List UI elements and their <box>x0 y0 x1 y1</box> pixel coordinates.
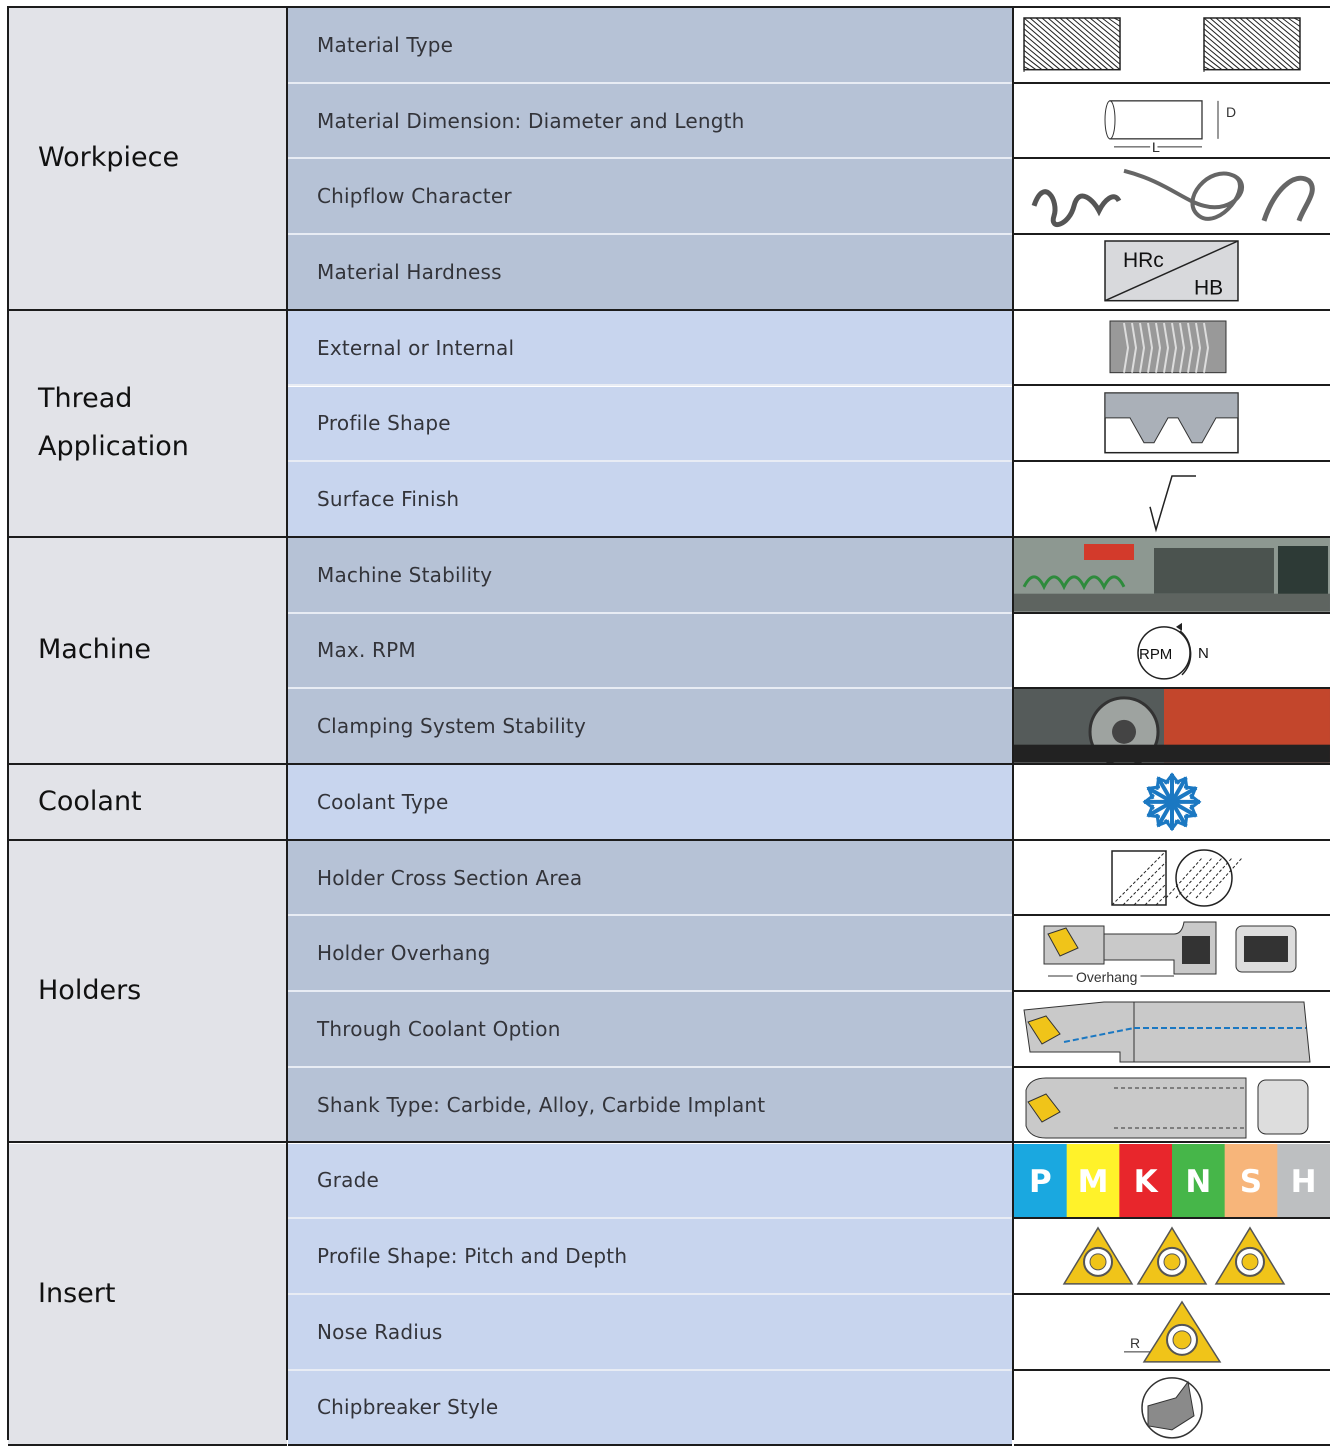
parameter-label: Shank Type: Carbide, Alloy, Carbide Impl… <box>317 1093 765 1117</box>
category-label: Thread Application <box>38 375 208 471</box>
parameter-label: Clamping System Stability <box>317 714 586 738</box>
column-divider <box>286 6 288 1440</box>
category-label: Holders <box>38 967 141 1015</box>
snowflake-icon <box>1014 765 1330 841</box>
parameter-row: Surface Finish <box>288 462 1012 538</box>
parameter-label: Through Coolant Option <box>317 1017 561 1041</box>
parameter-label: Profile Shape: Pitch and Depth <box>317 1244 627 1268</box>
parameter-label: Material Hardness <box>317 260 502 284</box>
svg-text:D: D <box>1226 104 1236 120</box>
parameter-label: External or Internal <box>317 336 514 360</box>
svg-text:M: M <box>1078 1163 1109 1199</box>
parameter-row: Holder Cross Section Area <box>288 841 1012 917</box>
parameter-row: Through Coolant Option <box>288 992 1012 1068</box>
parameter-row: External or Internal <box>288 311 1012 387</box>
parameter-label: Max. RPM <box>317 638 416 662</box>
parameter-label: Surface Finish <box>317 487 459 511</box>
svg-text:RPM: RPM <box>1139 645 1172 662</box>
svg-text:HB: HB <box>1194 277 1223 300</box>
parameter-row: Clamping System Stability <box>288 689 1012 765</box>
surface-finish-icon <box>1014 462 1330 538</box>
svg-text:Overhang: Overhang <box>1076 969 1137 985</box>
parameter-table: Workpiece Material Type Material Dimension… <box>0 0 1330 1440</box>
grade-colors-icon: P M K N S H <box>1014 1144 1330 1220</box>
svg-text:R: R <box>1130 1335 1140 1351</box>
svg-text:N: N <box>1198 644 1209 661</box>
category-workpiece: Workpiece <box>8 8 287 311</box>
cross-section-icon <box>1014 841 1330 917</box>
chuck-photo-icon <box>1014 689 1330 765</box>
parameter-row: Max. RPM <box>288 614 1012 690</box>
overhang-icon: Overhang <box>1014 916 1330 992</box>
parameter-label: Material Type <box>317 33 453 57</box>
parameter-row: Grade <box>288 1144 1012 1220</box>
shank-type-icon <box>1014 1068 1330 1144</box>
category-label: Workpiece <box>38 134 179 182</box>
parameter-row: Material Dimension: Diameter and Length <box>288 84 1012 160</box>
svg-text:H: H <box>1291 1163 1317 1199</box>
through-coolant-icon <box>1014 992 1330 1068</box>
parameter-label: Nose Radius <box>317 1320 443 1344</box>
parameter-label: Holder Cross Section Area <box>317 866 582 890</box>
thread-profile-icon <box>1014 387 1330 463</box>
insert-profiles-icon <box>1014 1219 1330 1295</box>
parameter-row: Machine Stability <box>288 538 1012 614</box>
parameter-row: Material Hardness <box>288 235 1012 311</box>
svg-text:HRc: HRc <box>1123 249 1164 272</box>
parameter-row: Material Type <box>288 8 1012 84</box>
chipbreaker-icon <box>1014 1371 1330 1446</box>
svg-text:S: S <box>1240 1163 1262 1199</box>
category-label: Insert <box>38 1270 115 1318</box>
parameter-row: Coolant Type <box>288 765 1012 841</box>
table-top-border <box>8 6 1330 8</box>
category-machine: Machine <box>8 538 287 765</box>
category-coolant: Coolant <box>8 765 287 841</box>
column-divider <box>1012 6 1014 1440</box>
chip-curls-icon <box>1014 159 1330 235</box>
parameter-label: Chipflow Character <box>317 184 512 208</box>
nose-radius-icon: R <box>1014 1295 1330 1371</box>
svg-text:L: L <box>1152 139 1160 155</box>
material-type-hatch-icon <box>1014 8 1330 84</box>
parameter-row: Profile Shape <box>288 387 1012 463</box>
svg-text:N: N <box>1185 1163 1211 1199</box>
parameter-row: Chipbreaker Style <box>288 1371 1012 1446</box>
parameter-row: Shank Type: Carbide, Alloy, Carbide Impl… <box>288 1068 1012 1144</box>
parameter-label: Machine Stability <box>317 563 492 587</box>
category-thread-application: Thread Application <box>8 311 287 538</box>
parameter-label: Coolant Type <box>317 790 448 814</box>
parameter-label: Material Dimension: Diameter and Length <box>317 109 745 133</box>
parameter-label: Profile Shape <box>317 411 451 435</box>
parameter-label: Chipbreaker Style <box>317 1395 498 1419</box>
column-divider <box>7 6 9 1440</box>
machine-photo-icon <box>1014 538 1330 614</box>
svg-text:P: P <box>1029 1163 1052 1199</box>
diameter-length-icon: D L L <box>1014 84 1330 160</box>
parameter-label: Grade <box>317 1168 379 1192</box>
parameter-row: Chipflow Character <box>288 159 1012 235</box>
svg-text:K: K <box>1134 1163 1159 1199</box>
category-label: Machine <box>38 626 151 674</box>
rpm-icon: RPM N <box>1014 614 1330 690</box>
hardness-icon: HRc HB <box>1014 235 1330 311</box>
parameter-label: Holder Overhang <box>317 941 490 965</box>
parameter-row: Holder Overhang <box>288 916 1012 992</box>
parameter-row: Nose Radius <box>288 1295 1012 1371</box>
category-label: Coolant <box>38 778 142 826</box>
parameter-row: Profile Shape: Pitch and Depth <box>288 1219 1012 1295</box>
category-holders: Holders <box>8 841 287 1144</box>
category-insert: Insert <box>8 1144 287 1446</box>
thread-ext-int-icon <box>1014 311 1330 387</box>
